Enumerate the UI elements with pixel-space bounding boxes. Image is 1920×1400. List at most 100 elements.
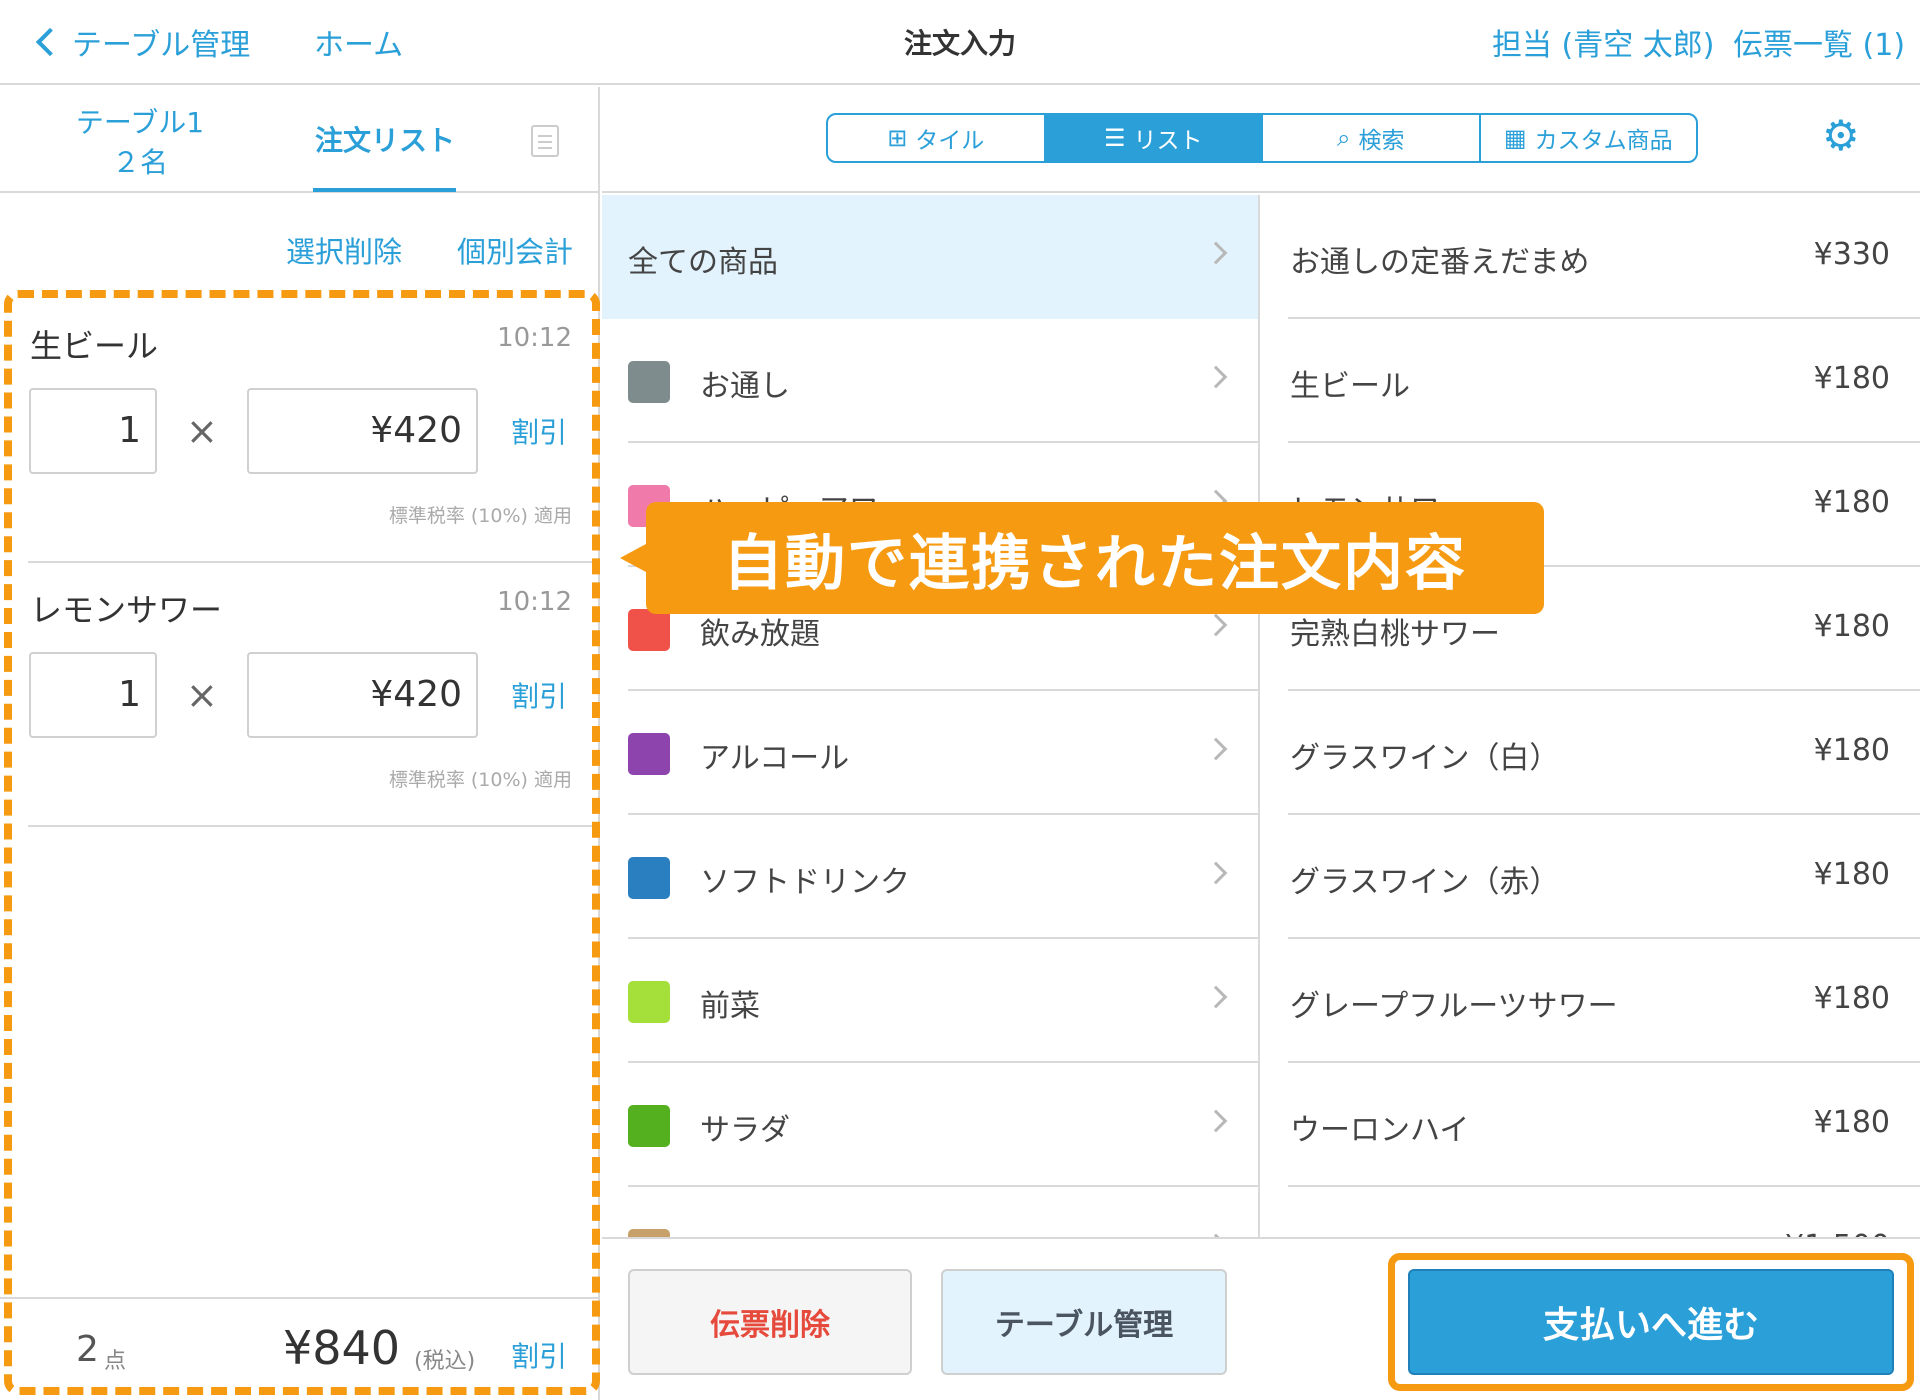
- discount-button[interactable]: 割引: [511, 411, 567, 451]
- gear-icon[interactable]: ⚙: [1822, 115, 1860, 157]
- product-price: ¥180: [1813, 485, 1890, 520]
- category-label: アルコール: [700, 741, 850, 776]
- view-mode-list[interactable]: ☰ リスト: [1045, 115, 1263, 161]
- view-mode-custom-item[interactable]: ▦ カスタム商品: [1481, 115, 1697, 161]
- category-item[interactable]: ソフトドリンク: [602, 815, 1258, 939]
- calculator-icon: ▦: [1503, 124, 1527, 152]
- tax-rate-note: 標準税率 (10%) 適用: [388, 769, 572, 791]
- category-label: ソフトドリンク: [700, 865, 910, 900]
- chevron-right-icon: [1204, 985, 1228, 1009]
- view-mode-label: カスタム商品: [1534, 128, 1673, 154]
- order-summary: 2 点 ¥840 (税込) 割引: [0, 1297, 600, 1400]
- delete-slip-button[interactable]: 伝票削除: [628, 1269, 912, 1375]
- product-item[interactable]: グレープフルーツサワー ¥180: [1288, 939, 1920, 1063]
- category-list: 全ての商品お通しハッピーアワー飲み放題アルコールソフトドリンク前菜サラダ: [602, 195, 1260, 1237]
- category-color-swatch: [628, 609, 670, 651]
- product-price: ¥180: [1813, 1105, 1890, 1140]
- product-item[interactable]: お通しの定番えだまめ ¥330: [1288, 195, 1920, 319]
- back-label: テーブル管理: [72, 28, 251, 63]
- category-label: お通し: [700, 369, 790, 404]
- active-tab-indicator: [313, 188, 456, 192]
- annotation-callout: 自動で連携された注文内容: [620, 502, 1544, 614]
- category-item[interactable]: 前菜: [602, 939, 1258, 1063]
- view-mode-segmented-control: ⊞ タイル ☰ リスト ⌕ 検索 ▦ カスタム商品: [826, 113, 1698, 163]
- chevron-right-icon: [1204, 365, 1228, 389]
- multiply-sign: ×: [186, 409, 218, 453]
- order-item: 生ビール 10:12 1 × ¥420 割引 標準税率 (10%) 適用: [28, 301, 592, 563]
- category-label: 飲み放題: [700, 617, 820, 652]
- category-item[interactable]: サラダ: [602, 1063, 1258, 1187]
- multiply-sign: ×: [186, 673, 218, 717]
- product-price: ¥180: [1813, 981, 1890, 1016]
- order-item-time: 10:12: [497, 587, 572, 617]
- grid-icon: ⊞: [887, 124, 908, 152]
- category-color-swatch: [628, 1229, 670, 1237]
- view-mode-label: タイル: [915, 128, 985, 154]
- back-button[interactable]: テーブル管理: [35, 20, 251, 64]
- select-delete-button[interactable]: 選択削除: [286, 229, 402, 271]
- product-item[interactable]: グラスワイン（白） ¥180: [1288, 691, 1920, 815]
- category-color-swatch: [628, 361, 670, 403]
- order-panel-tabs: テーブル1 ２名 注文リスト: [0, 87, 600, 193]
- product-name: 完熟白桃サワー: [1290, 617, 1500, 652]
- category-item[interactable]: [602, 1187, 1258, 1237]
- chevron-left-icon: [35, 27, 65, 57]
- product-item[interactable]: グラスワイン（赤） ¥180: [1288, 815, 1920, 939]
- staff-selector[interactable]: 担当 (青空 太郎): [1492, 20, 1714, 64]
- table-manage-button[interactable]: テーブル管理: [941, 1269, 1227, 1375]
- discount-button[interactable]: 割引: [511, 675, 567, 715]
- category-label: 前菜: [700, 989, 760, 1024]
- quantity-field[interactable]: 1: [29, 652, 157, 738]
- proceed-payment-button[interactable]: 支払いへ進む: [1408, 1269, 1894, 1375]
- order-item-name: 生ビール: [30, 327, 159, 365]
- product-price: ¥330: [1813, 237, 1890, 272]
- product-name: お通しの定番えだまめ: [1290, 245, 1590, 280]
- action-footer: 伝票削除 テーブル管理 支払いへ進む: [602, 1237, 1920, 1400]
- view-mode-search[interactable]: ⌕ 検索: [1263, 115, 1481, 161]
- order-total: ¥840: [283, 1321, 401, 1375]
- category-item[interactable]: アルコール: [602, 691, 1258, 815]
- category-color-swatch: [628, 1105, 670, 1147]
- guest-count: ２名: [111, 146, 168, 179]
- item-count: 2: [76, 1329, 99, 1370]
- product-name: グラスワイン（赤）: [1290, 865, 1560, 900]
- order-item-time: 10:12: [497, 323, 572, 353]
- product-item[interactable]: 飲み放題 スタンダード 1500円 ¥1,500: [1288, 1187, 1920, 1237]
- total-discount-button[interactable]: 割引: [511, 1335, 567, 1375]
- top-navigation-bar: テーブル管理 ホーム 注文入力 担当 (青空 太郎) 伝票一覧 (1): [0, 0, 1920, 85]
- order-panel: テーブル1 ２名 注文リスト 選択削除 個別会計 生ビール 10:12 1 × …: [0, 87, 600, 1400]
- price-field[interactable]: ¥420: [247, 388, 478, 474]
- tab-order-list[interactable]: 注文リスト: [315, 119, 455, 159]
- slip-list-link[interactable]: 伝票一覧 (1): [1733, 20, 1905, 64]
- chevron-right-icon: [1204, 613, 1228, 637]
- category-color-swatch: [628, 857, 670, 899]
- order-item: レモンサワー 10:12 1 × ¥420 割引 標準税率 (10%) 適用: [28, 565, 592, 827]
- price-field[interactable]: ¥420: [247, 652, 478, 738]
- item-count-unit: 点: [104, 1349, 127, 1374]
- category-label: サラダ: [700, 1113, 790, 1148]
- category-all-products[interactable]: 全ての商品: [602, 195, 1258, 319]
- home-link[interactable]: ホーム: [314, 20, 403, 64]
- product-price: ¥180: [1813, 857, 1890, 892]
- product-price: ¥180: [1813, 609, 1890, 644]
- category-label: 全ての商品: [628, 245, 778, 280]
- product-name: 生ビール: [1290, 369, 1410, 404]
- product-name: グレープフルーツサワー: [1290, 989, 1618, 1024]
- quantity-field[interactable]: 1: [29, 388, 157, 474]
- product-price: ¥180: [1813, 361, 1890, 396]
- product-item[interactable]: 生ビール ¥180: [1288, 319, 1920, 443]
- product-name: 飲み放題 スタンダード 1500円: [1290, 1229, 1715, 1237]
- view-mode-tile[interactable]: ⊞ タイル: [828, 115, 1046, 161]
- product-name: グラスワイン（白）: [1290, 741, 1560, 776]
- chevron-right-icon: [1204, 1109, 1228, 1133]
- tax-included-note: (税込): [414, 1349, 476, 1374]
- view-mode-label: 検索: [1358, 128, 1405, 154]
- category-item[interactable]: お通し: [602, 319, 1258, 443]
- product-item[interactable]: ウーロンハイ ¥180: [1288, 1063, 1920, 1187]
- tab-table-info[interactable]: テーブル1 ２名: [60, 103, 220, 183]
- split-payment-button[interactable]: 個別会計: [457, 229, 573, 271]
- table-name: テーブル1: [75, 106, 205, 139]
- category-color-swatch: [628, 981, 670, 1023]
- receipt-icon[interactable]: [531, 125, 559, 157]
- view-mode-label: リスト: [1133, 128, 1203, 154]
